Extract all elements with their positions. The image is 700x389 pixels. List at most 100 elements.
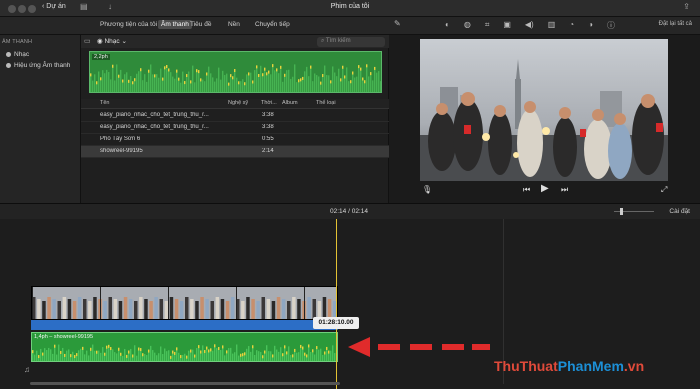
waveform-graphic (90, 64, 381, 92)
song-row[interactable]: easy_piano_nhac_cho_tet_trung_thu_r... 3… (81, 122, 389, 134)
waveform-peak (362, 77, 364, 81)
waveform-bar (310, 65, 312, 92)
waveform-bar (120, 69, 122, 92)
column-time[interactable]: Thời... (261, 100, 277, 106)
waveform-peak (198, 70, 200, 74)
video-clip[interactable] (31, 286, 338, 320)
song-row[interactable]: Phố Tây Sơn 6 0:55 (81, 134, 389, 146)
waveform-bar (152, 74, 154, 92)
source-selector[interactable]: ◉ Nhạc ⌄ (97, 37, 127, 45)
waveform-bar (366, 64, 368, 92)
waveform-bar (272, 64, 274, 92)
waveform-bar (348, 81, 350, 92)
skip-forward-icon[interactable]: ⏭ (561, 185, 568, 195)
waveform-peak (132, 354, 134, 358)
reset-all-button[interactable]: Đặt lại tất cả (659, 21, 692, 27)
waveform-bar (218, 67, 220, 92)
filter-icon[interactable]: ◑ (588, 20, 593, 31)
waveform-bar (248, 72, 250, 92)
waveform-peak (262, 73, 264, 77)
window-title: Phim của tôi (330, 3, 370, 10)
stabilization-icon[interactable]: ▣ (503, 20, 511, 31)
playhead[interactable] (336, 219, 337, 389)
waveform-bar (138, 71, 140, 92)
music-audio-clip[interactable]: 1,4ph – showreel-99195 (31, 332, 338, 362)
audio-browser: ▭ ◉ Nhạc ⌄ ⌕ Tìm kiếm 2,2ph Tên Nghệ sỹ … (81, 35, 389, 203)
waveform-bar (192, 349, 194, 361)
waveform-bar (312, 81, 314, 92)
waveform-bar (360, 67, 362, 92)
tab-backgrounds[interactable]: Nền (228, 21, 240, 28)
search-input[interactable]: ⌕ Tìm kiếm (317, 37, 385, 47)
waveform-bar (270, 74, 272, 92)
noise-reduction-icon[interactable]: ▥ (548, 20, 556, 31)
waveform-peak (154, 74, 156, 78)
color-correction-icon[interactable]: ◍ (464, 20, 471, 31)
waveform-bar (378, 71, 380, 92)
magic-wand-icon[interactable]: ✎ (394, 19, 401, 28)
adjustment-tools: ◐ ◍ ⌗ ▣ ◀) ▥ ◔ ◑ ⓘ (445, 20, 615, 31)
waveform-bar (254, 354, 256, 361)
filmstrip-figure (128, 299, 133, 319)
waveform-duration: 2,2ph (92, 54, 110, 60)
zoom-slider-knob[interactable] (620, 208, 623, 215)
tab-transitions[interactable]: Chuyển tiếp (255, 21, 290, 28)
waveform-bar (334, 72, 336, 92)
waveform-bar (154, 352, 156, 361)
song-name: Phố Tây Sơn 6 (100, 136, 141, 142)
filmstrip-figure (251, 299, 255, 319)
waveform-peak (174, 351, 176, 355)
waveform-peak (200, 350, 202, 354)
waveform-peak (76, 353, 78, 357)
video-preview-frame[interactable] (420, 39, 668, 181)
filmstrip-divider (236, 287, 237, 319)
fullscreen-icon[interactable]: ⤢ (661, 185, 667, 195)
tab-titles[interactable]: Tiêu đề (190, 21, 211, 28)
filmstrip-figure (307, 297, 311, 319)
timeline-settings-button[interactable]: Cài đặt (669, 208, 690, 215)
timecode-readout: 02:14 / 02:14 (330, 208, 368, 215)
song-row-selected[interactable]: showreel-99195 2:14 (81, 146, 389, 158)
sidebar-toggle-icon[interactable]: ▭ (84, 37, 91, 45)
waveform-peak (148, 69, 150, 73)
waveform-bar (80, 348, 82, 361)
waveform-peak (266, 72, 268, 76)
audio-preview-waveform[interactable]: 2,2ph (89, 51, 382, 93)
crop-icon[interactable]: ⌗ (485, 20, 490, 31)
waveform-peak (252, 345, 254, 349)
waveform-peak (176, 69, 178, 73)
tab-audio[interactable]: Âm thanh (158, 20, 192, 29)
waveform-bar (232, 353, 234, 361)
play-icon[interactable]: ▶ (541, 183, 549, 194)
waveform-bar (368, 76, 370, 92)
waveform-peak (186, 74, 188, 78)
waveform-peak (190, 349, 192, 353)
waveform-bar (116, 64, 118, 92)
video-clip-audio-bar[interactable] (31, 320, 338, 330)
volume-icon[interactable]: ◀) (525, 20, 534, 31)
waveform-peak (304, 352, 306, 356)
waveform-bar (206, 72, 208, 92)
song-row[interactable]: easy_piano_nhac_cho_tet_trung_thu_r... 3… (81, 110, 389, 122)
column-album[interactable]: Album (282, 100, 298, 106)
color-balance-icon[interactable]: ◐ (445, 20, 450, 31)
skip-back-icon[interactable]: ⏮ (523, 185, 530, 195)
sidebar-item-sound-effects[interactable]: Hiệu ứng Âm thanh (6, 62, 70, 69)
share-icon[interactable]: ⇪ (683, 2, 690, 11)
filmstrip-figure (62, 297, 67, 319)
waveform-bar (280, 347, 282, 361)
column-artist[interactable]: Nghệ sỹ (228, 100, 248, 106)
waveform-bar (66, 350, 68, 361)
filmstrip-figure (77, 297, 82, 319)
info-icon[interactable]: ⓘ (607, 20, 615, 31)
column-name[interactable]: Tên (100, 100, 109, 106)
column-genre[interactable]: Thể loại (316, 100, 336, 106)
timeline-scrollbar[interactable] (30, 382, 340, 385)
voiceover-mic-icon[interactable]: 🎙 (422, 185, 432, 194)
filmstrip-figure (287, 301, 291, 319)
filmstrip-figure (230, 297, 235, 319)
speed-icon[interactable]: ◔ (569, 20, 574, 31)
waveform-bar (214, 81, 216, 92)
tab-my-media[interactable]: Phương tiện của tôi (100, 21, 157, 28)
sidebar-item-music[interactable]: Nhạc (6, 51, 29, 58)
